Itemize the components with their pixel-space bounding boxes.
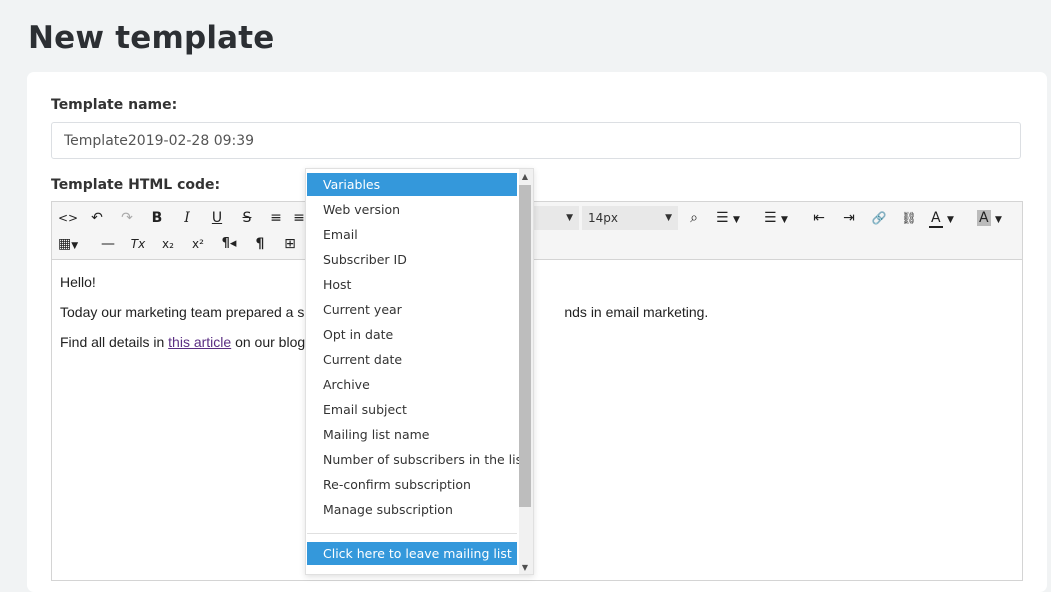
menu-item-reconfirm-subscription[interactable]: Re-confirm subscription [307,473,517,496]
menu-item-email-subject[interactable]: Email subject [307,398,517,421]
content-line-details: Find all details in this article on our … [60,334,306,350]
superscript-icon[interactable]: x² [188,233,208,255]
menu-item-web-version[interactable]: Web version [307,198,517,221]
horizontal-rule-icon[interactable]: — [98,233,118,255]
menu-item-variables[interactable]: Variables [307,173,517,196]
editor-content[interactable]: Hello! Today our marketing team prepared… [52,260,1022,580]
menu-item-mailing-list-name[interactable]: Mailing list name [307,423,517,446]
italic-icon[interactable]: I [177,207,197,229]
menu-item-current-date[interactable]: Current date [307,348,517,371]
table-icon[interactable]: ▦▼ [58,233,88,255]
menu-item-opt-in-date[interactable]: Opt in date [307,323,517,346]
source-code-icon[interactable]: <> [58,207,78,229]
clear-format-icon[interactable]: Tx [128,233,148,255]
content-line-greeting: Hello! [60,274,96,290]
template-html-label: Template HTML code: [51,177,221,193]
text-color-icon[interactable]: A ▼ [929,207,965,229]
menu-item-host[interactable]: Host [307,273,517,296]
bold-icon[interactable]: B [147,207,167,229]
paragraph-icon[interactable]: ¶ [250,233,270,255]
menu-item-manage-subscription[interactable]: Manage subscription [307,498,517,521]
menu-scrollbar[interactable]: ▲ ▼ [519,169,533,574]
template-name-label: Template name: [51,97,178,113]
html-editor: <> ↶ ↷ B I U S ≡ ≡ ▼ 14px ▼ ⌕ ☰ ▼ ☰ ▼ ⇤ ⇥… [51,201,1023,581]
underline-icon[interactable]: U [207,207,227,229]
editor-toolbar: <> ↶ ↷ B I U S ≡ ≡ ▼ 14px ▼ ⌕ ☰ ▼ ☰ ▼ ⇤ ⇥… [52,202,1022,260]
font-size-value: 14px [588,211,618,225]
chevron-down-icon: ▼ [665,213,672,223]
font-family-select[interactable]: ▼ [534,206,579,230]
menu-item-leave-mailing-list[interactable]: Click here to leave mailing list [307,542,517,565]
find-icon[interactable]: ⌕ [684,207,704,229]
menu-item-archive[interactable]: Archive [307,373,517,396]
redo-icon[interactable]: ↷ [117,207,137,229]
align-center-icon[interactable]: ≡ [292,207,306,229]
menu-item-current-year[interactable]: Current year [307,298,517,321]
menu-divider [307,533,517,534]
template-name-input[interactable] [51,122,1021,159]
unlink-icon[interactable]: ⛓ [899,207,919,229]
insert-variable-icon[interactable]: ⊞ [280,233,300,255]
bullet-list-icon[interactable]: ☰ ▼ [716,207,752,229]
subscript-icon[interactable]: x₂ [158,233,178,255]
page-title: New template [28,20,275,56]
variables-dropdown-menu: Variables Web version Email Subscriber I… [305,168,534,575]
align-left-icon[interactable]: ≡ [266,207,286,229]
strikethrough-icon[interactable]: S [237,207,257,229]
menu-item-subscriber-count[interactable]: Number of subscribers in the list [307,448,527,471]
outdent-icon[interactable]: ⇤ [809,207,829,229]
indent-icon[interactable]: ⇥ [839,207,859,229]
scroll-down-arrow-icon[interactable]: ▼ [519,562,531,574]
background-color-icon[interactable]: A ▼ [977,207,1013,229]
numbered-list-icon[interactable]: ☰ ▼ [764,207,800,229]
link-icon[interactable]: 🔗 [869,207,889,229]
article-link[interactable]: this article [168,334,231,350]
scroll-up-arrow-icon[interactable]: ▲ [519,171,531,183]
scrollbar-thumb[interactable] [519,185,531,507]
undo-icon[interactable]: ↶ [87,207,107,229]
menu-item-subscriber-id[interactable]: Subscriber ID [307,248,517,271]
ltr-paragraph-icon[interactable]: ¶◂ [218,233,240,255]
font-size-select[interactable]: 14px ▼ [582,206,678,230]
menu-item-email[interactable]: Email [307,223,517,246]
chevron-down-icon: ▼ [566,213,573,223]
